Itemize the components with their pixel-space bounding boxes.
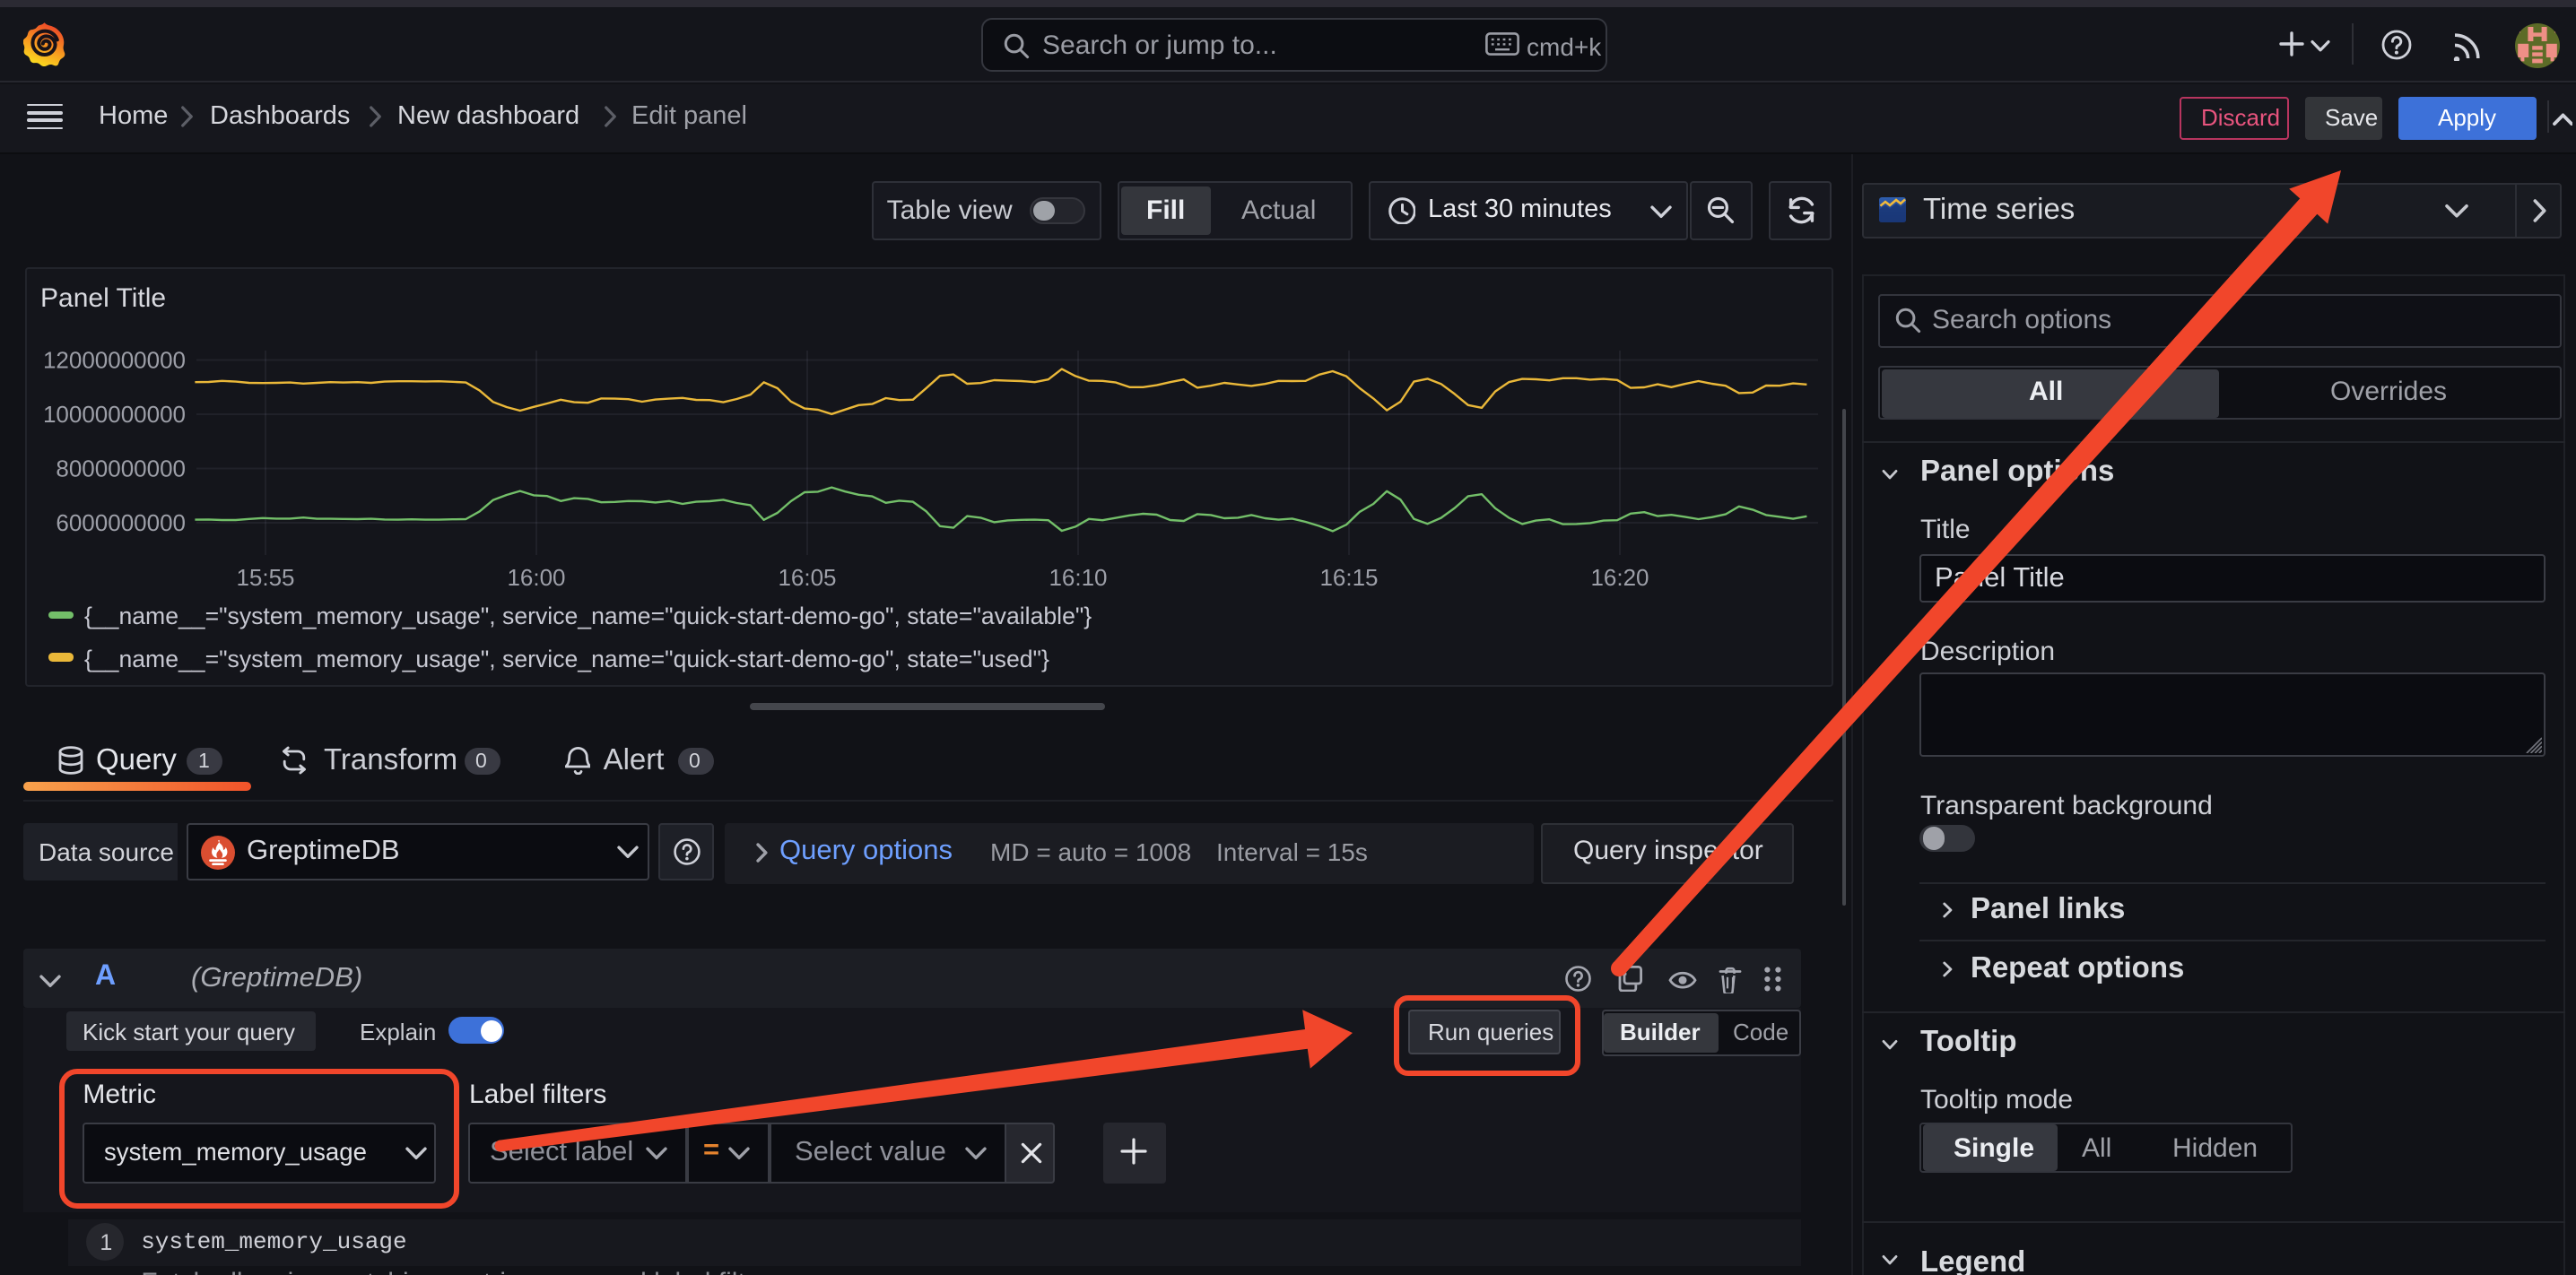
- svg-text:10000000000: 10000000000: [42, 400, 185, 427]
- svg-text:16:10: 16:10: [1048, 563, 1106, 590]
- svg-text:12000000000: 12000000000: [42, 346, 185, 373]
- svg-text:16:00: 16:00: [506, 563, 564, 590]
- svg-text:16:20: 16:20: [1589, 563, 1648, 590]
- svg-text:15:55: 15:55: [235, 563, 293, 590]
- svg-text:16:15: 16:15: [1318, 563, 1377, 590]
- svg-text:16:05: 16:05: [777, 563, 835, 590]
- svg-text:8000000000: 8000000000: [55, 455, 185, 481]
- svg-text:6000000000: 6000000000: [55, 508, 185, 535]
